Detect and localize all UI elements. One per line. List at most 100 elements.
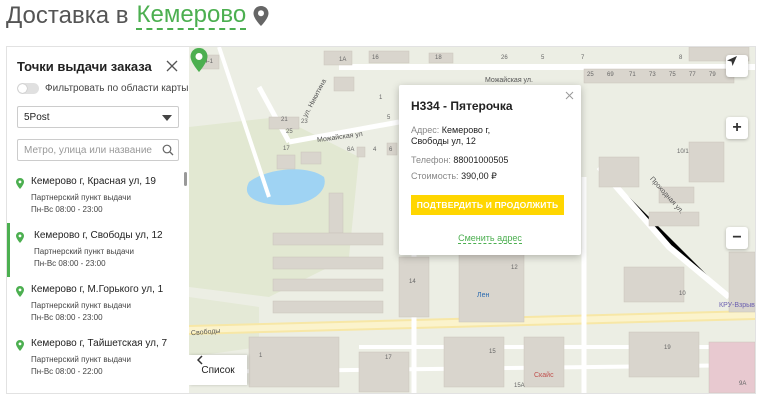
house-number: 73 <box>649 72 656 78</box>
store-location-pin-icon[interactable] <box>189 47 209 73</box>
search-input[interactable] <box>17 139 179 161</box>
house-number: 69 <box>607 72 614 78</box>
list-item-hours: Пн-Вс 08:00 - 23:00 <box>31 313 103 322</box>
filter-by-map-toggle-row[interactable]: Фильтровать по области карты <box>17 83 188 94</box>
popup-title: Н334 - Пятерочка <box>411 99 513 113</box>
list-scrollbar[interactable] <box>184 172 187 186</box>
house-number: 17 <box>385 355 392 361</box>
house-number: 10/1 <box>677 149 689 155</box>
list-item-address: Кемерово г, Тайшетская ул, 7 <box>31 338 168 349</box>
house-number: 26 <box>501 55 508 61</box>
popup-phone-value: 88001000505 <box>453 155 509 165</box>
location-pin-icon <box>16 178 24 189</box>
poi-label: Скайс <box>534 372 554 379</box>
house-number: 77 <box>689 72 696 78</box>
list-item-address: Кемерово г, Красная ул, 19 <box>31 176 156 187</box>
list-item-hours: Пн-Вс 08:00 - 23:00 <box>31 205 103 214</box>
popup-phone-label: Телефон: <box>411 155 451 165</box>
pickup-widget: Точки выдачи заказа Фильтровать по облас… <box>6 46 756 394</box>
house-number: 10 <box>679 291 686 297</box>
house-number: 5 <box>541 55 545 61</box>
zoom-out-button[interactable]: − <box>726 227 748 249</box>
confirm-and-continue-button[interactable]: ПОДТВЕРДИТЬ И ПРОДОЛЖИТЬ <box>411 195 564 215</box>
poi-label: Лен <box>477 292 490 299</box>
city-selector[interactable]: Кемерово <box>136 2 247 30</box>
house-number: 5 <box>387 115 391 121</box>
house-number: 17 <box>283 146 290 152</box>
house-number: 71 <box>629 72 636 78</box>
location-pin-icon[interactable] <box>252 5 270 27</box>
poi-label: КРУ-Взрыв <box>719 302 755 309</box>
pickup-point-popup: Н334 - Пятерочка Адрес: Кемерово г, Своб… <box>399 85 581 255</box>
house-number: 15А <box>514 383 525 389</box>
house-number: 25 <box>286 129 293 135</box>
sidebar-title: Точки выдачи заказа <box>17 59 152 74</box>
popup-cost-value: 390,00 ₽ <box>461 171 497 181</box>
search-icon[interactable] <box>162 144 174 156</box>
house-number: 6 <box>389 147 393 153</box>
zoom-in-button[interactable]: + <box>726 117 748 139</box>
location-pin-icon <box>16 340 24 351</box>
house-number: 19 <box>664 345 671 351</box>
list-item[interactable]: Кемерово г, М.Горького ул, 1 Партнерский… <box>7 277 189 331</box>
house-number: 15 <box>489 349 496 355</box>
popup-address-row-2: Свободы ул, 12 <box>411 136 476 146</box>
list-toggle-button[interactable]: Список <box>189 355 247 385</box>
map-view[interactable]: Можайская ул. Можайская ул ул. Никитина … <box>189 47 755 393</box>
house-number: 8 <box>679 55 683 61</box>
location-pin-icon <box>16 232 24 243</box>
list-item-type: Партнерский пункт выдачи <box>34 247 134 256</box>
house-number: 4 <box>373 147 377 153</box>
house-number: 23 <box>301 119 308 125</box>
chevron-down-icon <box>162 115 172 121</box>
house-number: 75 <box>669 72 676 78</box>
pickup-point-list: Кемерово г, Красная ул, 19 Партнерский п… <box>7 169 189 385</box>
popup-address-line1: Кемерово г, <box>441 125 491 135</box>
list-item-type: Партнерский пункт выдачи <box>31 301 131 310</box>
house-number: 9А <box>739 381 747 387</box>
popup-cost-row: Стоимость: 390,00 ₽ <box>411 171 497 182</box>
popup-phone-row: Телефон: 88001000505 <box>411 155 508 165</box>
popup-address-label: Адрес: <box>411 125 440 135</box>
navigation-arrow-icon <box>727 56 737 66</box>
heading-prefix: Доставка в <box>6 2 129 29</box>
street-label: Можайская ул. <box>485 77 533 84</box>
list-item-address: Кемерово г, М.Горького ул, 1 <box>31 284 164 295</box>
house-number: 16 <box>372 55 379 61</box>
chevron-left-icon <box>197 355 203 365</box>
popup-address-line2: Свободы ул, 12 <box>411 136 476 146</box>
location-pin-icon <box>16 286 24 297</box>
list-item[interactable]: Кемерово г, Красная ул, 19 Партнерский п… <box>7 169 189 223</box>
geolocate-button[interactable] <box>726 55 748 77</box>
popup-cost-label: Стоимость: <box>411 171 459 181</box>
filter-toggle-switch[interactable] <box>17 83 39 94</box>
house-number: 1А <box>339 57 347 63</box>
list-item-type: Партнерский пункт выдачи <box>31 355 131 364</box>
list-item-selected[interactable]: Кемерово г, Свободы ул, 12 Партнерский п… <box>7 223 189 277</box>
pickup-sidebar: Точки выдачи заказа Фильтровать по облас… <box>7 47 189 393</box>
close-icon[interactable] <box>165 59 179 73</box>
house-number: 6А <box>347 147 355 153</box>
list-item-hours: Пн-Вс 08:00 - 22:00 <box>31 367 103 376</box>
change-address-link-wrap: Сменить адрес <box>399 233 581 244</box>
list-item-address: Кемерово г, Свободы ул, 12 <box>34 230 163 241</box>
list-item-type: Партнерский пункт выдачи <box>31 193 131 202</box>
house-number: 18 <box>435 55 442 61</box>
change-address-link[interactable]: Сменить адрес <box>458 233 522 244</box>
filter-toggle-label: Фильтровать по области карты <box>45 83 189 94</box>
house-number: 21 <box>281 117 288 123</box>
house-number: 25 <box>587 72 594 78</box>
close-icon[interactable] <box>565 91 574 100</box>
list-item-hours: Пн-Вс 08:00 - 23:00 <box>34 259 106 268</box>
house-number: 1 <box>259 353 263 359</box>
house-number: 12 <box>511 265 518 271</box>
list-item[interactable]: Кемерово г, Тайшетская ул, 7 Партнерский… <box>7 331 189 385</box>
page-heading: Доставка в Кемерово <box>6 2 270 30</box>
popup-address-row: Адрес: Кемерово г, <box>411 125 490 135</box>
house-number: 7 <box>581 55 585 61</box>
list-toggle-label: Список <box>201 364 235 376</box>
house-number: 14 <box>409 279 416 285</box>
provider-select[interactable]: 5Post <box>17 106 179 128</box>
house-number: 79 <box>709 72 716 78</box>
provider-select-value: 5Post <box>24 112 50 123</box>
